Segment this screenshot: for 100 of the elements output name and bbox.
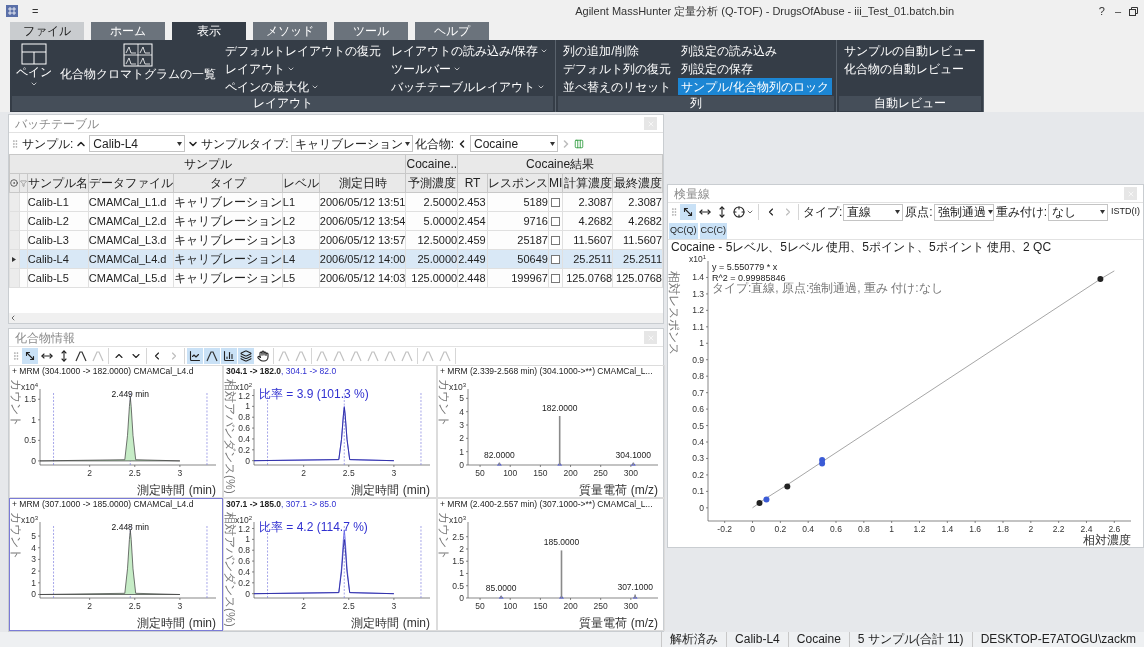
peak-label: 185.0000 bbox=[543, 537, 580, 548]
axis-exponent: x10$^{3}$ bbox=[448, 515, 466, 525]
tick-label: 2.5 bbox=[452, 531, 464, 542]
plot-header: 304.1 -> 182.0, 304.1 -> 82.0 bbox=[225, 366, 338, 377]
toolbar-label: サンプル: bbox=[22, 135, 74, 153]
tick-label: 0 bbox=[459, 593, 464, 603]
tick-label: 1 bbox=[459, 568, 464, 579]
axis-title: 相対濃度 bbox=[1083, 533, 1131, 547]
table-cell: L3 bbox=[282, 230, 320, 250]
tick-label: 3 bbox=[31, 554, 36, 565]
tick-label: 0.8 bbox=[238, 412, 250, 423]
tick-label: 3 bbox=[177, 601, 183, 611]
table-cell: 12.5000 bbox=[406, 230, 458, 250]
axis-exponent: x10$^{3}$ bbox=[448, 382, 466, 392]
table-cell: 11.5607 bbox=[612, 230, 663, 250]
tick-label: -0.2 bbox=[717, 524, 733, 534]
tick-label: 150 bbox=[533, 468, 548, 478]
tick-label: 0.2 bbox=[692, 469, 704, 480]
tick-label: 3 bbox=[391, 601, 397, 611]
table-cell: 50649 bbox=[487, 249, 549, 269]
ratio-label: 比率 = 4.2 (114.7 %) bbox=[259, 520, 368, 534]
table-cell: CMAMCal_L1.d bbox=[88, 192, 174, 212]
tick-label: 1.2 bbox=[238, 523, 250, 534]
tick-label: 2.4 bbox=[1080, 524, 1093, 534]
toolbar-label: 化合物: bbox=[414, 135, 455, 153]
tick-label: 1.2 bbox=[692, 305, 704, 316]
table-cell: L1 bbox=[282, 192, 320, 212]
axis-title: 相対レスポンス bbox=[668, 271, 681, 355]
axis-exponent: x10$^{3}$ bbox=[20, 515, 38, 525]
table-cell: キャリブレーション bbox=[173, 192, 283, 212]
tick-label: 0.8 bbox=[857, 524, 870, 534]
tick-label: 2.2 bbox=[1052, 524, 1065, 534]
status-field: DESKTOP-E7ATOGU\zackm bbox=[971, 632, 1144, 647]
tick-label: 1.2 bbox=[238, 390, 250, 401]
tick-label: 0.2 bbox=[238, 577, 250, 588]
peak-label: 307.1000 bbox=[617, 581, 653, 592]
toolbar-label: 原点: bbox=[905, 204, 933, 221]
tick-label: 1.4 bbox=[692, 272, 704, 283]
tick-label: 0 bbox=[31, 589, 36, 600]
tick-label: 0.6 bbox=[692, 404, 704, 415]
ratio-label: 比率 = 3.9 (101.3 %) bbox=[259, 387, 369, 401]
table-cell: 2.3087 bbox=[612, 192, 663, 212]
tick-label: 100 bbox=[503, 601, 518, 611]
tick-label: 1.5 bbox=[452, 556, 464, 567]
table-cell: 2.5000 bbox=[406, 192, 458, 212]
peak-label: 85.0000 bbox=[485, 582, 517, 593]
column-group-header: Cocaine.. bbox=[406, 154, 458, 174]
table-cell: 2006/05/12 13:57 bbox=[319, 230, 406, 250]
tick-label: 1.8 bbox=[997, 524, 1009, 534]
tick-label: 0 bbox=[31, 455, 36, 466]
table-cell: Calib-L2 bbox=[27, 211, 89, 231]
table-cell: Calib-L4 bbox=[27, 249, 89, 269]
tick-label: 1.3 bbox=[692, 288, 704, 299]
tick-label: 0.6 bbox=[830, 524, 842, 534]
table-cell: 199967 bbox=[487, 268, 549, 288]
tick-label: 150 bbox=[533, 601, 548, 611]
panel-title: 検量線 bbox=[674, 185, 710, 203]
table-cell: Calib-L1 bbox=[27, 192, 89, 212]
tick-label: 0.9 bbox=[692, 354, 704, 365]
table-cell: 9716 bbox=[487, 211, 549, 231]
tick-label: 0.2 bbox=[774, 524, 787, 534]
table-cell: 2006/05/12 13:54 bbox=[319, 211, 406, 231]
tick-label: 2 bbox=[301, 468, 306, 478]
tick-label: 3 bbox=[391, 468, 397, 478]
table-cell: キャリブレーション bbox=[173, 230, 283, 250]
tick-label: 50 bbox=[475, 601, 485, 611]
status-field: Calib-L4 bbox=[726, 632, 788, 647]
axis-title: 測定時間 (min) bbox=[137, 616, 216, 630]
table-cell: CMAMCal_L5.d bbox=[88, 268, 174, 288]
table-cell: キャリブレーション bbox=[173, 268, 283, 288]
table-cell: Calib-L3 bbox=[27, 230, 89, 250]
tick-label: 2.5 bbox=[342, 601, 355, 611]
table-cell: 25187 bbox=[487, 230, 549, 250]
table-cell: 125.0768 bbox=[612, 268, 663, 288]
tick-label: 3 bbox=[459, 420, 464, 430]
tick-label: 100 bbox=[503, 468, 518, 478]
axis-exponent: x10$^{4}$ bbox=[20, 382, 38, 392]
table-cell: L5 bbox=[282, 268, 320, 288]
tick-label: 50 bbox=[475, 468, 485, 478]
table-cell: Calib-L5 bbox=[27, 268, 89, 288]
plot-header: 307.1 -> 185.0, 307.1 -> 85.0 bbox=[225, 499, 338, 510]
toolbar-label: タイプ: bbox=[803, 204, 843, 221]
plot-header: + MRM (2.339-2.568 min) (304.1000->**) CMAMCal_L... bbox=[439, 366, 654, 377]
axis-title: 測定時間 (min) bbox=[351, 616, 430, 630]
tick-label: 1 bbox=[459, 446, 464, 457]
tick-label: 0 bbox=[245, 455, 250, 466]
tick-label: 0.4 bbox=[238, 433, 250, 444]
tick-label: 2 bbox=[1028, 524, 1034, 534]
tick-label: 0.4 bbox=[238, 566, 250, 577]
tick-label: 0.1 bbox=[692, 486, 704, 497]
table-cell: CMAMCal_L2.d bbox=[88, 211, 174, 231]
status-field: 5 サンプル(合計 11) bbox=[848, 632, 972, 647]
tick-label: 2.5 bbox=[342, 468, 355, 478]
table-cell: CMAMCal_L3.d bbox=[88, 230, 174, 250]
tick-label: 1 bbox=[699, 338, 704, 349]
tick-label: 0.5 bbox=[452, 580, 464, 591]
tick-label: 0 bbox=[750, 524, 755, 534]
tick-label: 0 bbox=[459, 460, 464, 470]
tick-label: 0.5 bbox=[24, 435, 36, 446]
table-cell: 4.2682 bbox=[562, 211, 613, 231]
